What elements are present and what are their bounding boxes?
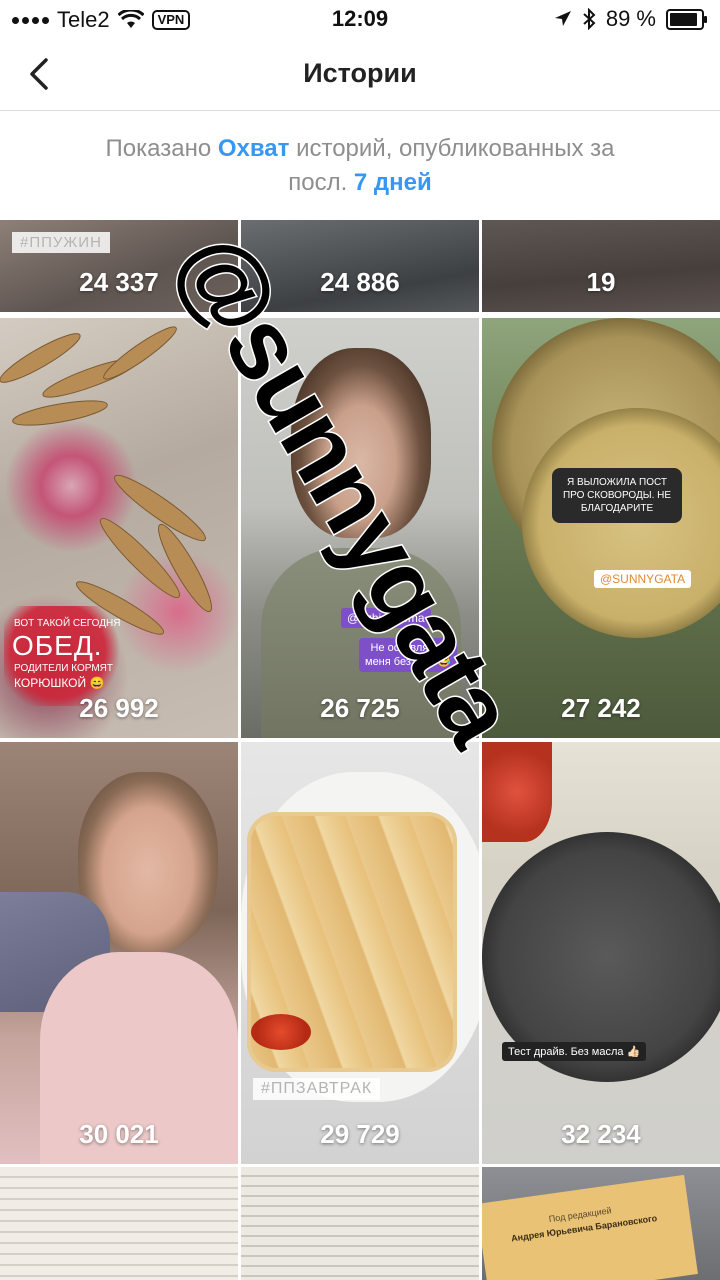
bluetooth-icon [583, 8, 596, 30]
story-tile[interactable]: ВОТ ТАКОЙ СЕГОДНЯ ОБЕД. РОДИТЕЛИ КОРМЯТ … [0, 318, 238, 738]
hashtag-sticker: #ППЗАВТРАК [253, 1078, 381, 1100]
status-right: 89 % [554, 6, 707, 32]
info-prefix: Показано [105, 135, 212, 162]
battery-icon [666, 8, 707, 30]
story-reach-count: 19 [586, 267, 616, 297]
mention-sticker: @SUNNYGATA [594, 570, 692, 588]
kettle-photo [482, 742, 552, 842]
bubble-line-1: Я ВЫЛОЖИЛА ПОСТ [566, 477, 668, 488]
story-reach-count: 32 234 [561, 1119, 641, 1149]
story-tile[interactable] [241, 1167, 479, 1280]
caption-top: ВОТ ТАКОЙ СЕГОДНЯ [14, 618, 121, 629]
info-middle: историй, опубликованных за [296, 135, 615, 162]
page-title: Истории [303, 58, 417, 88]
book-photo: Под редакцией Андрея Юрьевича Барановско… [482, 1174, 698, 1280]
story-tile[interactable]: Тест драйв. Без масла 👍🏻 32 234 [482, 742, 720, 1164]
filter-description: Показано Охват историй, опубликованных з… [40, 132, 680, 200]
hashtag-sticker: #ППУЖИН [12, 232, 110, 253]
story-tile[interactable] [0, 1167, 238, 1280]
caption-main: ОБЕД. [12, 630, 103, 661]
nav-bar: Истории [0, 38, 720, 111]
period-selector[interactable]: 7 дней [354, 169, 432, 196]
story-tile[interactable]: #ППЗАВТРАК 29 729 [241, 742, 479, 1164]
status-bar: Tele2 VPN 12:09 89 % [0, 0, 720, 38]
speech-bubble: Я ВЫЛОЖИЛА ПОСТ ПРО СКОВОРОДЫ. НЕ БЛАГОД… [552, 468, 682, 523]
info-period-prefix: посл. [288, 169, 348, 196]
location-icon [554, 11, 571, 26]
metric-selector[interactable]: Охват [218, 135, 290, 162]
caption-sub-1: РОДИТЕЛИ КОРМЯТ [14, 663, 113, 674]
bubble-line-3: БЛАГОДАРИТЕ [580, 503, 654, 514]
story-reach-count: 26 992 [79, 693, 159, 723]
story-reach-count: 30 021 [79, 1119, 159, 1149]
caption-sticker: Тест драйв. Без масла 👍🏻 [502, 1042, 647, 1061]
story-tile[interactable]: 30 021 [0, 742, 238, 1164]
bubble-line-2: ПРО СКОВОРОДЫ. НЕ [562, 490, 672, 501]
story-reach-count: 29 729 [320, 1119, 400, 1149]
caption-sub-2: КОРЮШКОЙ 😄 [14, 676, 105, 690]
story-tile[interactable]: 19 [482, 220, 720, 312]
battery-percent: 89 % [605, 6, 656, 31]
caviar-photo [251, 1014, 311, 1050]
story-tile[interactable]: Под редакцией Андрея Юрьевича Барановско… [482, 1167, 720, 1280]
